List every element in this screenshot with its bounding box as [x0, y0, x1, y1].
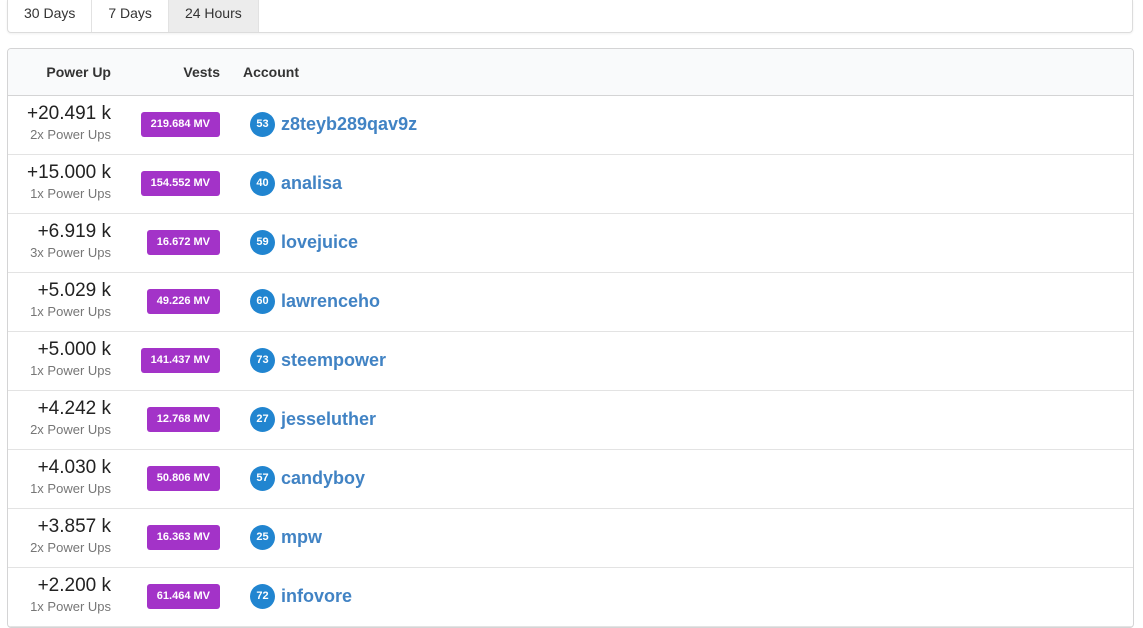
header-vests: Vests [183, 64, 220, 80]
header-power-up: Power Up [46, 64, 111, 80]
account-link[interactable]: lovejuice [281, 230, 358, 255]
power-up-count: 3x Power Ups [30, 245, 111, 260]
table-row: +2.200 k 1x Power Ups 61.464 MV 72 infovore [8, 568, 1133, 627]
reputation-badge: 57 [250, 466, 275, 491]
table-row: +20.491 k 2x Power Ups 219.684 MV 53 z8teyb2… [8, 96, 1133, 155]
power-up-amount: +2.200 k [37, 575, 111, 596]
account-link[interactable]: candyboy [281, 466, 365, 491]
account-link[interactable]: z8teyb289qav9z [281, 112, 417, 137]
power-up-amount: +5.000 k [37, 339, 111, 360]
header-account: Account [243, 64, 299, 80]
power-up-count: 1x Power Ups [30, 599, 111, 614]
vests-label: 16.672 MV [146, 230, 220, 255]
table-row: +6.919 k 3x Power Ups 16.672 MV 59 lovejuice [8, 214, 1133, 273]
power-up-count: 2x Power Ups [30, 422, 111, 437]
account-link[interactable]: jesseluther [281, 407, 376, 432]
vests-label: 61.464 MV [146, 584, 220, 609]
time-range-tabs: 30 Days 7 Days 24 Hours [7, 0, 1133, 33]
tab-30-days[interactable]: 30 Days [8, 0, 93, 32]
power-up-amount: +20.491 k [27, 103, 111, 124]
tab-7-days[interactable]: 7 Days [92, 0, 169, 32]
reputation-badge: 60 [250, 289, 275, 314]
account-link[interactable]: steempower [281, 348, 386, 373]
reputation-badge: 25 [250, 525, 275, 550]
account-link[interactable]: mpw [281, 525, 322, 550]
power-up-amount: +6.919 k [37, 221, 111, 242]
power-up-amount: +4.242 k [37, 398, 111, 419]
vests-label: 50.806 MV [146, 466, 220, 491]
power-up-amount: +15.000 k [27, 162, 111, 183]
table-row: +4.030 k 1x Power Ups 50.806 MV 57 candyboy [8, 450, 1133, 509]
reputation-badge: 73 [250, 348, 275, 373]
power-up-count: 2x Power Ups [30, 540, 111, 555]
table-row: +3.857 k 2x Power Ups 16.363 MV 25 mpw [8, 509, 1133, 568]
table-header: Power Up Vests Account [8, 49, 1133, 96]
table-body: +20.491 k 2x Power Ups 219.684 MV 53 z8teyb2… [8, 96, 1133, 627]
reputation-badge: 53 [250, 112, 275, 137]
table-row: +4.242 k 2x Power Ups 12.768 MV 27 jesseluth… [8, 391, 1133, 450]
reputation-badge: 27 [250, 407, 275, 432]
power-up-count: 1x Power Ups [30, 186, 111, 201]
vests-label: 12.768 MV [146, 407, 220, 432]
account-link[interactable]: lawrenceho [281, 289, 380, 314]
power-up-count: 1x Power Ups [30, 363, 111, 378]
vests-label: 16.363 MV [146, 525, 220, 550]
power-up-count: 1x Power Ups [30, 481, 111, 496]
reputation-badge: 72 [250, 584, 275, 609]
power-up-count: 1x Power Ups [30, 304, 111, 319]
power-ups-table: Power Up Vests Account +20.491 k 2x Power… [7, 48, 1134, 628]
power-up-amount: +3.857 k [37, 516, 111, 537]
power-up-amount: +4.030 k [37, 457, 111, 478]
power-up-amount: +5.029 k [37, 280, 111, 301]
vests-label: 154.552 MV [140, 171, 220, 196]
vests-label: 49.226 MV [146, 289, 220, 314]
account-link[interactable]: infovore [281, 584, 352, 609]
table-row: +15.000 k 1x Power Ups 154.552 MV 40 analisa [8, 155, 1133, 214]
reputation-badge: 40 [250, 171, 275, 196]
vests-label: 219.684 MV [140, 112, 220, 137]
reputation-badge: 59 [250, 230, 275, 255]
power-up-count: 2x Power Ups [30, 127, 111, 142]
account-link[interactable]: analisa [281, 171, 342, 196]
tab-24-hours[interactable]: 24 Hours [168, 0, 259, 32]
vests-label: 141.437 MV [140, 348, 220, 373]
table-row: +5.029 k 1x Power Ups 49.226 MV 60 lawrenceh… [8, 273, 1133, 332]
table-row: +5.000 k 1x Power Ups 141.437 MV 73 steempow… [8, 332, 1133, 391]
